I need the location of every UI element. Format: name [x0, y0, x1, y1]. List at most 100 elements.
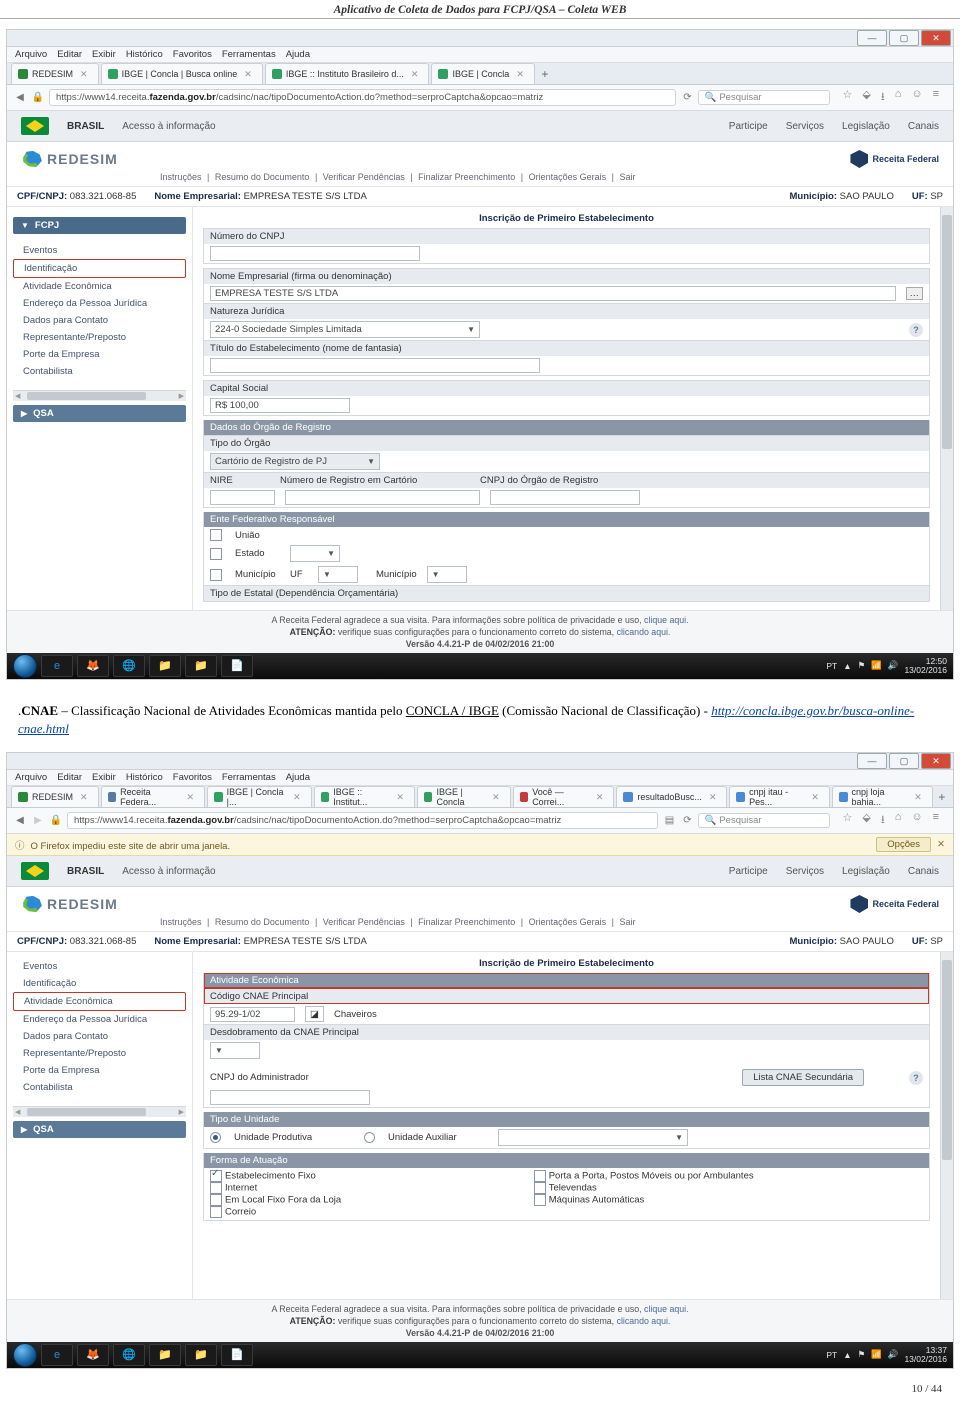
uf-select[interactable]: ▼ — [318, 566, 358, 583]
tray-icon[interactable]: ▲ — [843, 661, 851, 671]
back-icon[interactable]: ◀ — [13, 91, 27, 105]
taskbar-app[interactable]: e — [41, 655, 73, 677]
sidebar-item[interactable]: Eventos — [13, 242, 186, 259]
browser-tab[interactable]: IBGE | Concla✕ — [431, 63, 534, 84]
clock[interactable]: 12:5013/02/2016 — [904, 657, 947, 674]
nav-link[interactable]: Instruções — [157, 917, 205, 927]
taskbar-app[interactable]: 📄 — [221, 1344, 253, 1366]
nav-link[interactable]: Orientações Gerais — [526, 917, 610, 927]
tray-icon[interactable]: ⚑ — [858, 660, 866, 671]
bookmark-icon[interactable]: ☆ — [842, 88, 852, 107]
menu-item[interactable]: Histórico — [126, 49, 163, 60]
nav-link[interactable]: Instruções — [157, 172, 205, 182]
menu-item[interactable]: Arquivo — [15, 772, 47, 783]
taskbar-app[interactable]: 🌐 — [113, 1344, 145, 1366]
window-max-button[interactable]: ▢ — [889, 753, 919, 769]
fa-checkbox[interactable] — [210, 1182, 222, 1194]
lang-indicator[interactable]: PT — [826, 1350, 837, 1360]
ellipsis-button[interactable]: … — [906, 287, 924, 300]
taskbar-app[interactable]: 🌐 — [113, 655, 145, 677]
search-field[interactable]: 🔍Pesquisar — [698, 813, 830, 828]
browser-tab[interactable]: IBGE | Concla✕ — [417, 786, 511, 807]
new-tab-button[interactable]: + — [537, 67, 553, 81]
gov-link[interactable]: Participe — [729, 866, 768, 877]
nav-link[interactable]: Sair — [616, 917, 638, 927]
fa-checkbox[interactable] — [534, 1194, 546, 1206]
uniao-checkbox[interactable] — [210, 529, 222, 541]
tray-icon[interactable]: 🔊 — [888, 1349, 899, 1360]
browser-tab[interactable]: IBGE | Concla |...✕ — [207, 786, 312, 807]
taskbar-app[interactable]: 🦊 — [77, 655, 109, 677]
sidebar-item[interactable]: Endereço da Pessoa Jurídica — [13, 1011, 186, 1028]
sidebar-item[interactable]: Contabilista — [13, 1079, 186, 1096]
desdobramento-select[interactable]: ▼ — [210, 1042, 260, 1059]
gov-link[interactable]: Serviços — [786, 121, 824, 132]
back-icon[interactable]: ◀ — [13, 814, 27, 828]
fa-checkbox[interactable] — [210, 1206, 222, 1218]
browser-tab[interactable]: Receita Federa...✕ — [101, 786, 205, 807]
forward-icon[interactable]: ▶ — [31, 814, 45, 828]
nav-link[interactable]: Resumo do Documento — [212, 917, 313, 927]
url-field[interactable]: https://www14.receita.fazenda.gov.br/cad… — [67, 812, 658, 829]
cnae-lookup-button[interactable]: ◪ — [305, 1006, 324, 1022]
menu-item[interactable]: Exibir — [92, 49, 116, 60]
menu-item[interactable]: Histórico — [126, 772, 163, 783]
menu-item[interactable]: Editar — [57, 49, 82, 60]
tray-icon[interactable]: ⚑ — [858, 1349, 866, 1360]
home-icon[interactable]: ⌂ — [895, 811, 902, 830]
hamburger-icon[interactable]: ≡ — [933, 811, 939, 830]
close-icon[interactable]: ✕ — [516, 69, 524, 80]
taskbar-app[interactable]: 📁 — [185, 655, 217, 677]
capital-input[interactable]: R$ 100,00 — [210, 398, 350, 413]
taskbar-app[interactable]: 📁 — [149, 655, 181, 677]
feedback-icon[interactable]: ☺ — [911, 811, 922, 830]
browser-tab[interactable]: cnpj itau - Pes...✕ — [729, 786, 829, 807]
tray-icon[interactable]: 🔊 — [888, 660, 899, 671]
natureza-select[interactable]: 224-0 Sociedade Simples Limitada▼ — [210, 321, 480, 338]
estado-select[interactable]: ▼ — [290, 545, 340, 562]
municipio-select[interactable]: ▼ — [427, 566, 467, 583]
start-button[interactable] — [13, 654, 37, 678]
menu-item[interactable]: Exibir — [92, 772, 116, 783]
nav-link[interactable]: Verificar Pendências — [320, 917, 408, 927]
taskbar-app[interactable]: 📁 — [149, 1344, 181, 1366]
nav-link[interactable]: Finalizar Preenchimento — [415, 917, 518, 927]
menu-item[interactable]: Favoritos — [173, 772, 212, 783]
browser-tab[interactable]: IBGE :: Instituto Brasileiro d...✕ — [265, 63, 430, 84]
tray-icon[interactable]: 📶 — [871, 1349, 882, 1360]
help-icon[interactable]: ? — [909, 323, 923, 337]
menu-item[interactable]: Ferramentas — [222, 772, 276, 783]
sidebar-item[interactable]: Representante/Preposto — [13, 329, 186, 346]
browser-tab[interactable]: IBGE :: Institut...✕ — [314, 786, 415, 807]
browser-tab[interactable]: IBGE | Concla | Busca online✕ — [101, 63, 263, 84]
tray-icon[interactable]: 📶 — [871, 660, 882, 671]
sidebar-item[interactable]: Atividade Econômica — [13, 278, 186, 295]
acesso-link[interactable]: Acesso à informação — [122, 866, 215, 877]
tipo-orgao-select[interactable]: Cartório de Registro de PJ▼ — [210, 453, 380, 470]
fa-checkbox[interactable] — [210, 1194, 222, 1206]
nome-emp-input[interactable]: EMPRESA TESTE S/S LTDA — [210, 286, 896, 301]
browser-tab[interactable]: REDESIM✕ — [11, 786, 99, 807]
gov-link[interactable]: Participe — [729, 121, 768, 132]
menu-item[interactable]: Editar — [57, 772, 82, 783]
lista-cnae-button[interactable]: Lista CNAE Secundária — [742, 1069, 864, 1086]
help-icon[interactable]: ? — [909, 1071, 923, 1085]
unidade-aux-select[interactable]: ▼ — [498, 1129, 688, 1146]
nav-link[interactable]: Finalizar Preenchimento — [415, 172, 518, 182]
sidebar-item[interactable]: Representante/Preposto — [13, 1045, 186, 1062]
close-icon[interactable]: ✕ — [80, 69, 88, 80]
sidebar-item[interactable]: Identificação — [13, 975, 186, 992]
sidebar-item[interactable]: Porte da Empresa — [13, 346, 186, 363]
h-scrollbar[interactable]: ◀▶ — [13, 1106, 186, 1117]
reload-icon[interactable]: ⟳ — [680, 91, 694, 105]
window-close-button[interactable]: ✕ — [921, 753, 951, 769]
gov-link[interactable]: Legislação — [842, 866, 890, 877]
sidebar-item[interactable]: Eventos — [13, 958, 186, 975]
new-tab-button[interactable]: + — [935, 790, 949, 804]
nav-link[interactable]: Sair — [616, 172, 638, 182]
taskbar-app[interactable]: 📄 — [221, 655, 253, 677]
taskbar-app[interactable]: 📁 — [185, 1344, 217, 1366]
fa-checkbox[interactable] — [534, 1170, 546, 1182]
sidebar-item[interactable]: Dados para Contato — [13, 312, 186, 329]
downloads-icon[interactable]: ⭳ — [881, 88, 885, 107]
